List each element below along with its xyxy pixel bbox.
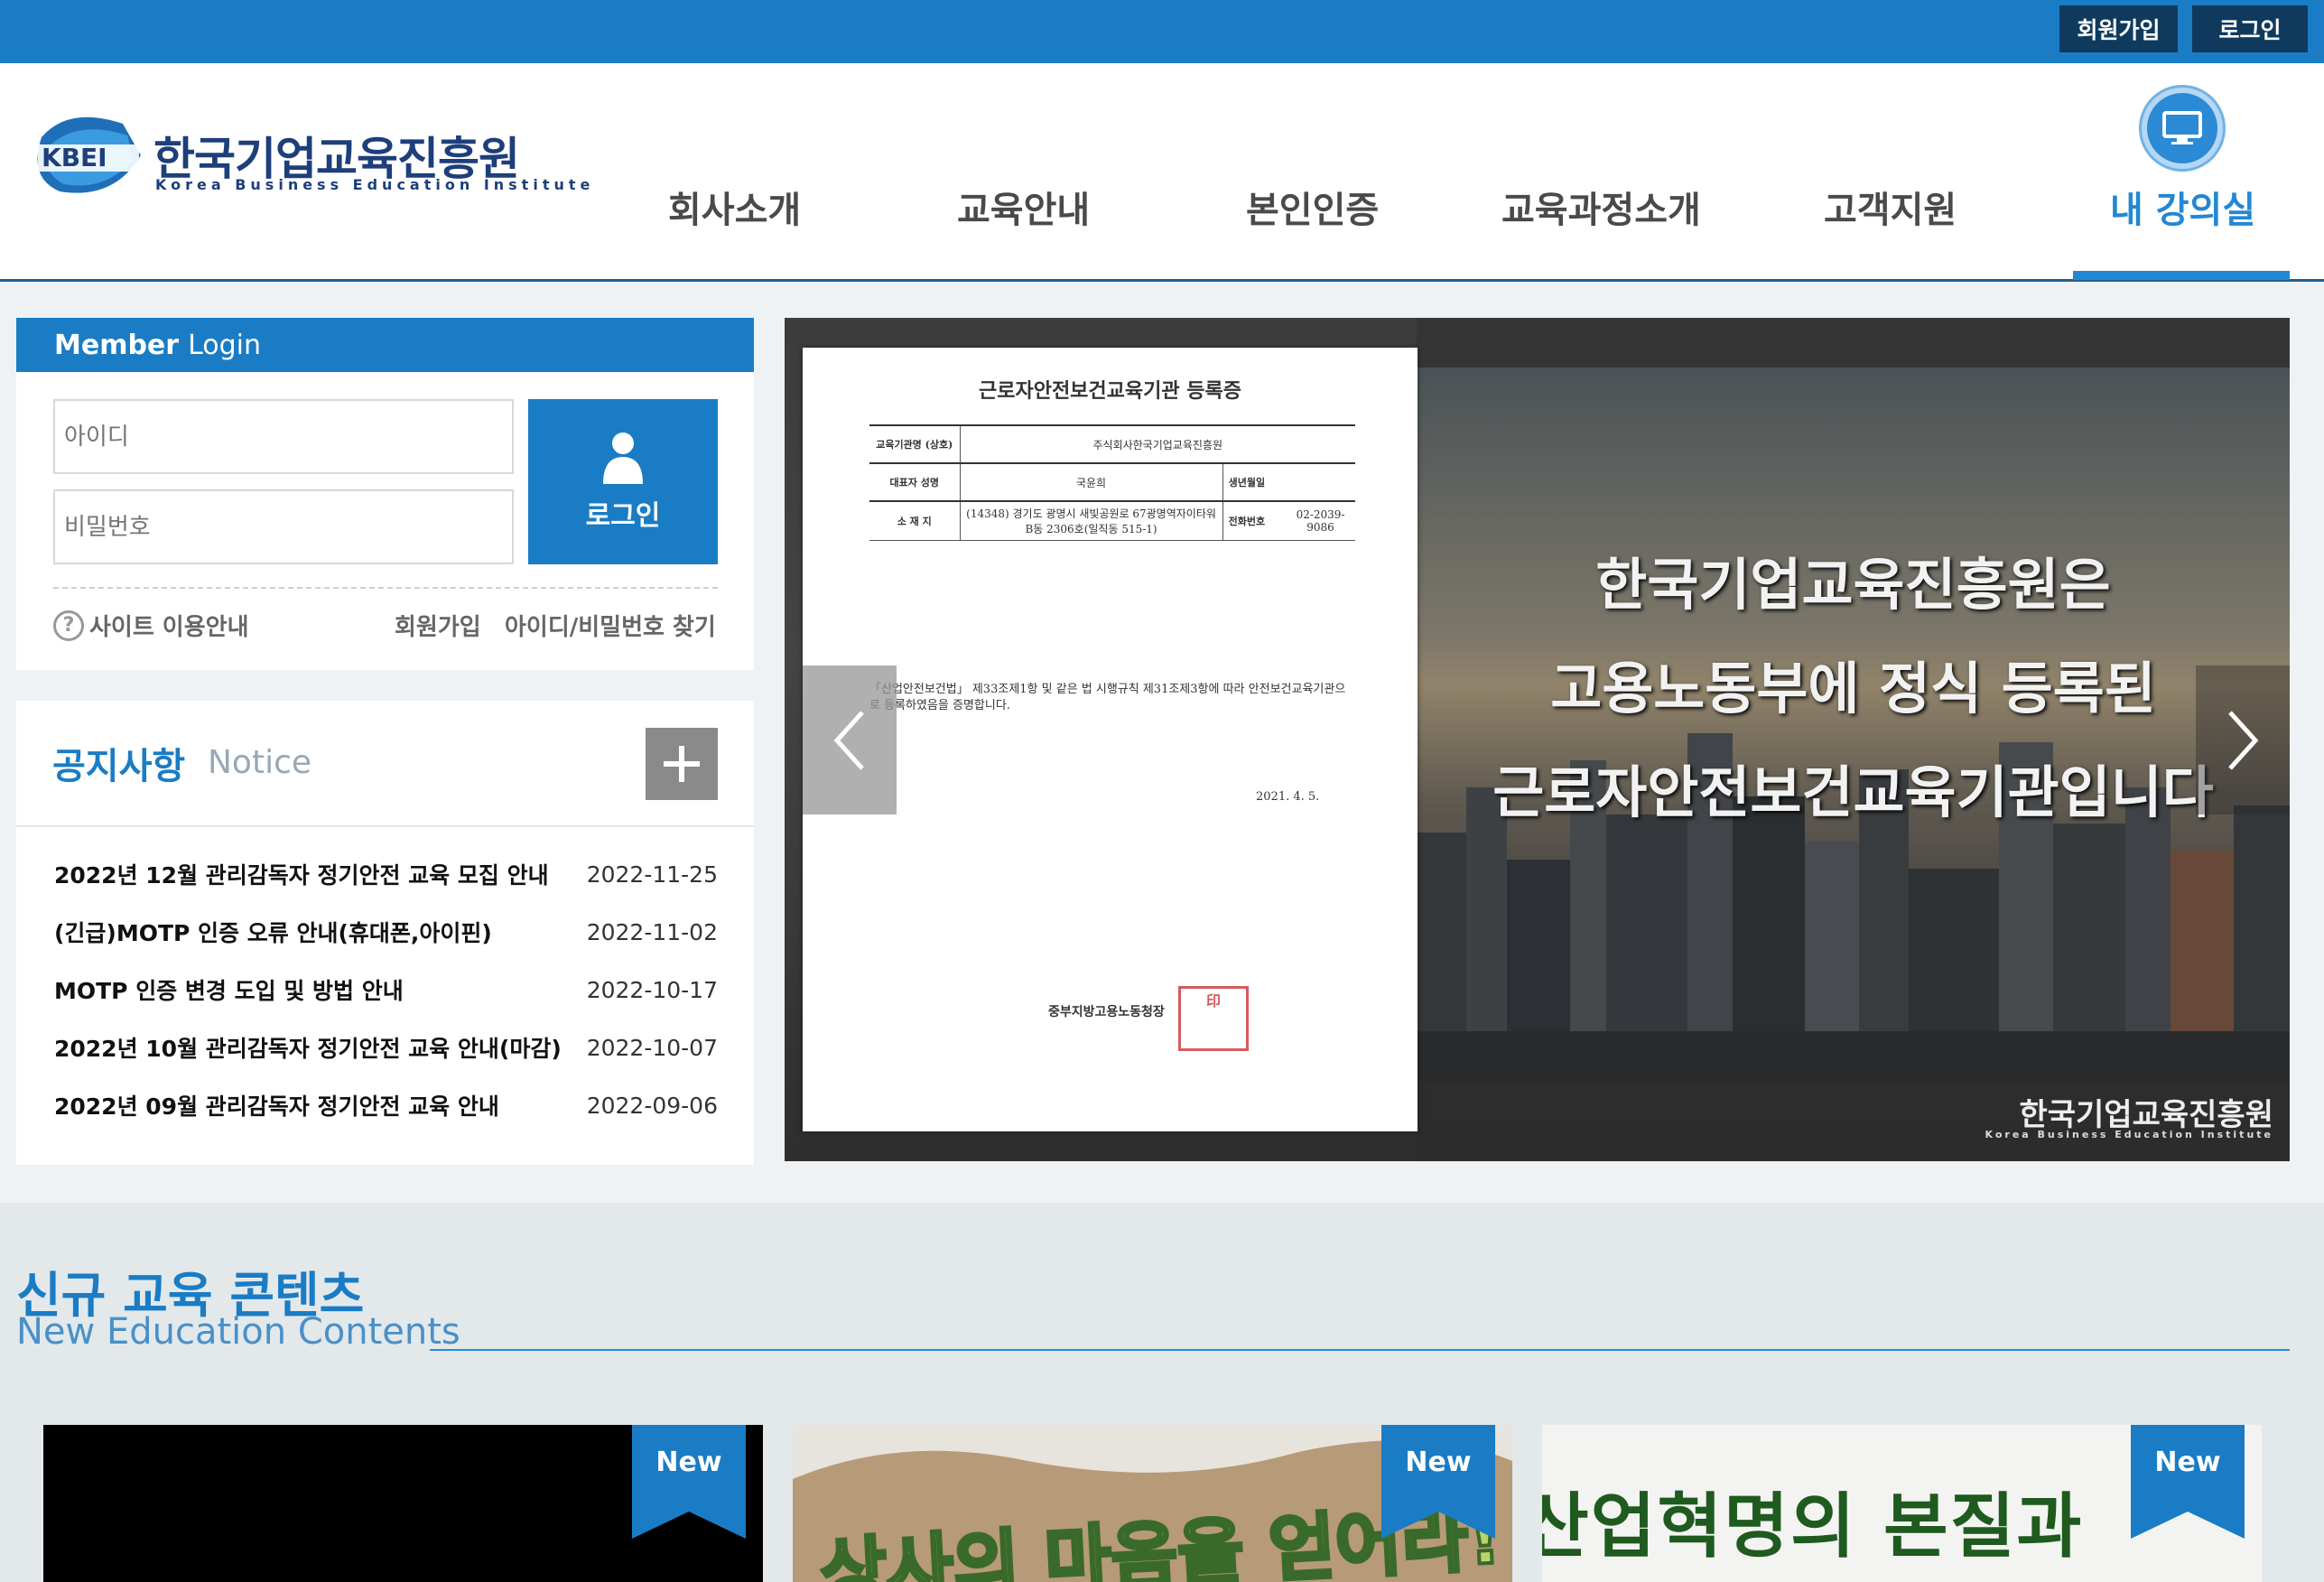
notice-more-button[interactable] — [646, 728, 718, 800]
help-icon: ? — [53, 610, 84, 641]
notice-item-date: 2022-11-02 — [586, 918, 718, 945]
top-login-button[interactable]: 로그인 — [2192, 5, 2308, 52]
nav-course-intro[interactable]: 교육과정소개 — [1501, 181, 1701, 233]
content-card[interactable]: New — [43, 1425, 763, 1582]
new-badge-label: New — [2154, 1447, 2221, 1478]
content-card[interactable]: 상사의 마음을 얻어라! New — [793, 1425, 1512, 1582]
new-contents-subtitle: New Education Contents — [16, 1311, 460, 1353]
site-guide-link[interactable]: ? 사이트 이용안내 — [53, 609, 249, 642]
login-title-bold: Member — [54, 329, 180, 361]
notice-item-title: 2022년 09월 관리감독자 정기안전 교육 안내 — [54, 1093, 499, 1120]
plus-icon — [664, 746, 700, 782]
certificate-body: 「산업안전보건법」 제33조제1항 및 같은 법 시행규칙 제31조제3항에 따… — [869, 683, 1346, 712]
certificate-title: 근로자안전보건교육기관 등록증 — [978, 379, 1242, 403]
site-guide-label: 사이트 이용안내 — [89, 614, 249, 641]
notice-subtitle: Notice — [208, 744, 312, 781]
new-badge-label: New — [1405, 1447, 1472, 1478]
nav-customer-support[interactable]: 고객지원 — [1824, 181, 1957, 233]
chevron-right-icon — [2228, 710, 2259, 770]
logo-subtitle: Korea Business Education Institute — [155, 176, 595, 193]
notice-panel: 공지사항 Notice 2022년 12월 관리감독자 정기안전 교육 모집 안… — [16, 701, 754, 1165]
logo-icon[interactable]: KBEI — [33, 110, 144, 200]
top-join-button[interactable]: 회원가입 — [2059, 5, 2178, 52]
notice-title: 공지사항 — [52, 746, 186, 787]
cert-value: 주식회사한국기업교육진흥원 — [960, 424, 1355, 464]
banner-overlay — [1417, 318, 2290, 1161]
new-badge: New — [1381, 1425, 1495, 1539]
cert-key: 교육기관명 (상호) — [869, 424, 961, 464]
seal-stamp-icon: 印 — [1178, 986, 1249, 1051]
notice-item[interactable]: 2022년 10월 관리감독자 정기안전 교육 안내(마감) 2022-10-0… — [54, 1029, 718, 1066]
id-input[interactable] — [53, 399, 514, 474]
notice-divider — [16, 825, 754, 827]
cert-value — [1286, 462, 1355, 502]
notice-item[interactable]: 2022년 09월 관리감독자 정기안전 교육 안내 2022-09-06 — [54, 1087, 718, 1123]
find-account-link[interactable]: 아이디/비밀번호 찾기 — [505, 609, 716, 642]
cert-key: 소 재 지 — [869, 500, 961, 541]
login-button-label: 로그인 — [585, 499, 661, 532]
notice-item-title: 2022년 12월 관리감독자 정기안전 교육 모집 안내 — [54, 862, 549, 889]
logo-mark-text: KBEI — [42, 143, 107, 172]
cert-key: 생년월일 — [1222, 462, 1287, 502]
nav-company[interactable]: 회사소개 — [668, 181, 801, 233]
notice-item-date: 2022-11-25 — [586, 861, 718, 888]
divider — [53, 587, 718, 589]
banner-headline-3: 근로자안전보건교육기관입니다 — [1492, 759, 2214, 825]
notice-item[interactable]: MOTP 인증 변경 도입 및 방법 안내 2022-10-17 — [54, 972, 718, 1008]
cert-key: 전화번호 — [1222, 500, 1287, 541]
chevron-left-icon — [833, 710, 864, 770]
banner-next-button[interactable] — [2196, 665, 2290, 814]
notice-item[interactable]: 2022년 12월 관리감독자 정기안전 교육 모집 안내 2022-11-25 — [54, 856, 718, 892]
new-badge: New — [2131, 1425, 2245, 1539]
cert-key: 대표자 성명 — [869, 462, 961, 502]
banner-logo-text: 한국기업교육진흥원 — [2019, 1097, 2273, 1133]
login-title-rest: Login — [188, 329, 262, 361]
content-card-title: 산업혁명의 본질과 — [1542, 1486, 2084, 1568]
banner-headline-2: 고용노동부에 정식 등록된 — [1550, 656, 2156, 721]
new-badge-label: New — [655, 1447, 722, 1478]
certificate-issuer: 중부지방고용노동청장 — [1048, 1005, 1165, 1019]
banner-headline-1: 한국기업교육진흥원은 — [1595, 552, 2111, 618]
certificate-date: 2021. 4. 5. — [1256, 790, 1320, 804]
login-panel-title: Member Login — [16, 318, 754, 372]
header: KBEI 한국기업교육진흥원 Korea Business Education … — [0, 63, 2324, 282]
section-divider — [430, 1349, 2290, 1351]
banner-logo-subtext: Korea Business Education Institute — [1985, 1129, 2273, 1140]
top-bar: 회원가입 로그인 — [0, 0, 2324, 63]
main-banner-slider[interactable]: 한국기업교육진흥원은 고용노동부에 정식 등록된 근로자안전보건교육기관입니다 … — [785, 318, 2290, 1161]
banner-prev-button[interactable] — [803, 665, 897, 814]
new-badge: New — [632, 1425, 746, 1539]
content-card[interactable]: 산업혁명의 본질과 New — [1542, 1425, 2262, 1582]
notice-item-date: 2022-10-17 — [586, 976, 718, 1003]
cert-value: 02-2039-9086 — [1286, 500, 1355, 541]
login-button[interactable]: 로그인 — [528, 399, 718, 564]
monitor-icon[interactable] — [2142, 88, 2223, 169]
notice-item[interactable]: (긴급)MOTP 인증 오류 안내(휴대폰,아이핀) 2022-11-02 — [54, 914, 718, 950]
nav-identity-verification[interactable]: 본인인증 — [1246, 181, 1379, 233]
cert-value: 국윤희 — [960, 462, 1223, 502]
notice-item-title: (긴급)MOTP 인증 오류 안내(휴대폰,아이핀) — [54, 920, 492, 946]
notice-item-date: 2022-10-07 — [586, 1034, 718, 1061]
member-login-panel: Member Login 로그인 ? 사이트 이용안내 회원가입 아이디/비밀번… — [16, 318, 754, 670]
person-icon — [603, 432, 643, 484]
notice-item-title: MOTP 인증 변경 도입 및 방법 안내 — [54, 978, 404, 1004]
notice-item-date: 2022-09-06 — [586, 1092, 718, 1119]
notice-item-title: 2022년 10월 관리감독자 정기안전 교육 안내(마감) — [54, 1036, 562, 1062]
nav-my-classroom[interactable]: 내 강의실 — [2110, 181, 2255, 233]
cert-value: (14348) 경기도 광명시 새빛공원로 67광명역자이타워 B동 2306호… — [960, 500, 1223, 541]
password-input[interactable] — [53, 489, 514, 564]
nav-education-guide[interactable]: 교육안내 — [957, 181, 1090, 233]
join-link[interactable]: 회원가입 — [395, 609, 481, 642]
nav-active-indicator — [2073, 271, 2290, 280]
certificate-table: 교육기관명 (상호) 주식회사한국기업교육진흥원 대표자 성명 국윤희 생년월일… — [869, 424, 1355, 541]
